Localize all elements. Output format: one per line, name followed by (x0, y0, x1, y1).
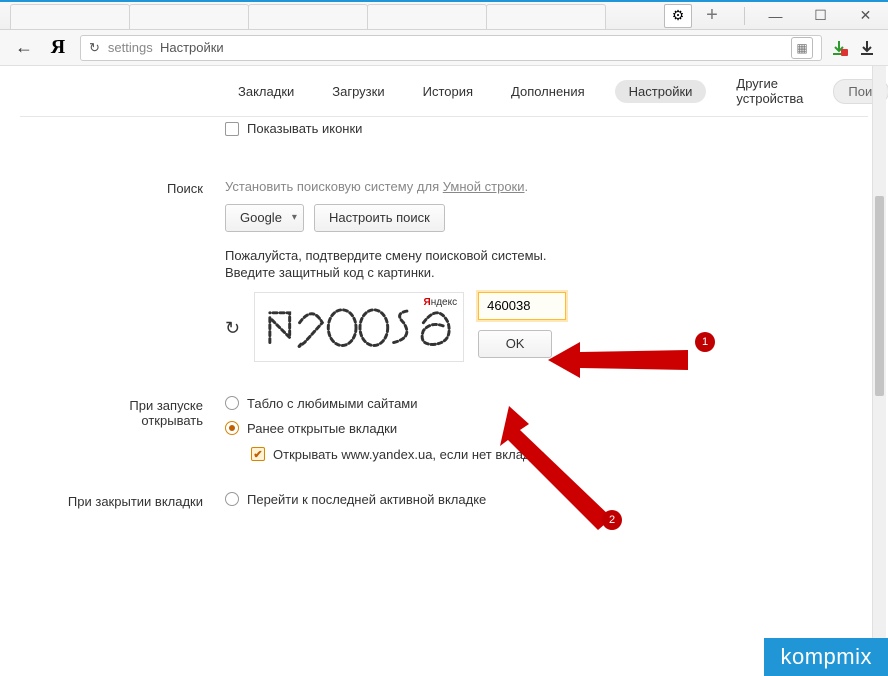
settings-nav: Закладки Загрузки История Дополнения Нас… (0, 66, 888, 116)
checkbox-icon (225, 122, 239, 136)
configure-search-button[interactable]: Настроить поиск (314, 204, 445, 232)
browser-tab[interactable] (367, 4, 487, 29)
address-bar-row: ← Я ↻ settings Настройки ▦ (0, 30, 888, 66)
address-path-key: settings (108, 40, 153, 55)
captcha-code-input[interactable] (478, 292, 566, 320)
browser-tab[interactable] (129, 4, 249, 29)
yandex-logo[interactable]: Я (36, 36, 80, 59)
reload-icon[interactable]: ↻ (89, 40, 100, 56)
captcha-refresh-icon[interactable]: ↻ (225, 292, 240, 339)
nav-divider (20, 116, 868, 117)
window-close[interactable]: ✕ (843, 2, 888, 30)
nav-addons[interactable]: Дополнения (503, 80, 593, 103)
startup-option-tabs[interactable]: Ранее открытые вкладки (225, 421, 868, 436)
close-tab-section-title: При закрытии вкладки (0, 492, 225, 517)
gear-icon[interactable]: ⚙ (664, 4, 692, 28)
search-engine-select[interactable]: Google▾ (225, 204, 304, 232)
address-field[interactable]: ↻ settings Настройки ▦ (80, 35, 822, 61)
new-tab-button[interactable]: + (698, 2, 726, 30)
browser-tab[interactable] (10, 4, 130, 29)
scrollbar-thumb[interactable] (875, 196, 884, 396)
window-maximize[interactable]: ☐ (798, 2, 843, 30)
browser-tab[interactable] (248, 4, 368, 29)
kompmix-watermark: kompmix (764, 638, 888, 676)
close-option-last-active[interactable]: Перейти к последней активной вкладке (225, 492, 868, 507)
radio-icon (225, 396, 239, 410)
nav-downloads[interactable]: Загрузки (324, 80, 392, 103)
open-yandex-checkbox[interactable]: Открывать www.yandex.ua, если нет вкладо… (251, 447, 543, 462)
back-button[interactable]: ← (12, 37, 36, 58)
window-titlebar: ⚙ + — ☐ ✕ (0, 0, 888, 30)
tab-strip (0, 2, 664, 29)
extension-download-icon[interactable] (830, 39, 848, 57)
download-icon[interactable] (858, 39, 876, 57)
search-section-title: Поиск (0, 179, 225, 362)
window-minimize[interactable]: — (753, 2, 798, 30)
nav-settings[interactable]: Настройки (615, 80, 707, 103)
ok-button[interactable]: OK (478, 330, 552, 358)
tablo-icon[interactable]: ▦ (791, 37, 813, 59)
radio-icon (225, 492, 239, 506)
show-icons-checkbox[interactable]: Показывать иконки (225, 121, 362, 136)
confirm-text-1: Пожалуйста, подтвердите смену поисковой … (225, 248, 868, 263)
nav-history[interactable]: История (415, 80, 481, 103)
vertical-scrollbar[interactable] (872, 66, 886, 672)
smart-line-link[interactable]: Умной строки (443, 179, 525, 194)
captcha-brand: Яндекс (424, 297, 458, 308)
nav-bookmarks[interactable]: Закладки (230, 80, 302, 103)
startup-section-title: При запуске открывать (0, 396, 225, 462)
captcha-image: Яндекс (254, 292, 464, 362)
search-help-text: Установить поисковую систему для Умной с… (225, 179, 868, 194)
address-path-title: Настройки (160, 40, 224, 55)
checkbox-icon (251, 447, 265, 461)
show-icons-label: Показывать иконки (247, 121, 362, 136)
chevron-down-icon: ▾ (292, 212, 297, 223)
radio-icon (225, 421, 239, 435)
browser-tab[interactable] (486, 4, 606, 29)
confirm-text-2: Введите защитный код с картинки. (225, 265, 868, 280)
startup-option-tablo[interactable]: Табло с любимыми сайтами (225, 396, 868, 411)
nav-other-devices[interactable]: Другие устройства (728, 72, 811, 110)
